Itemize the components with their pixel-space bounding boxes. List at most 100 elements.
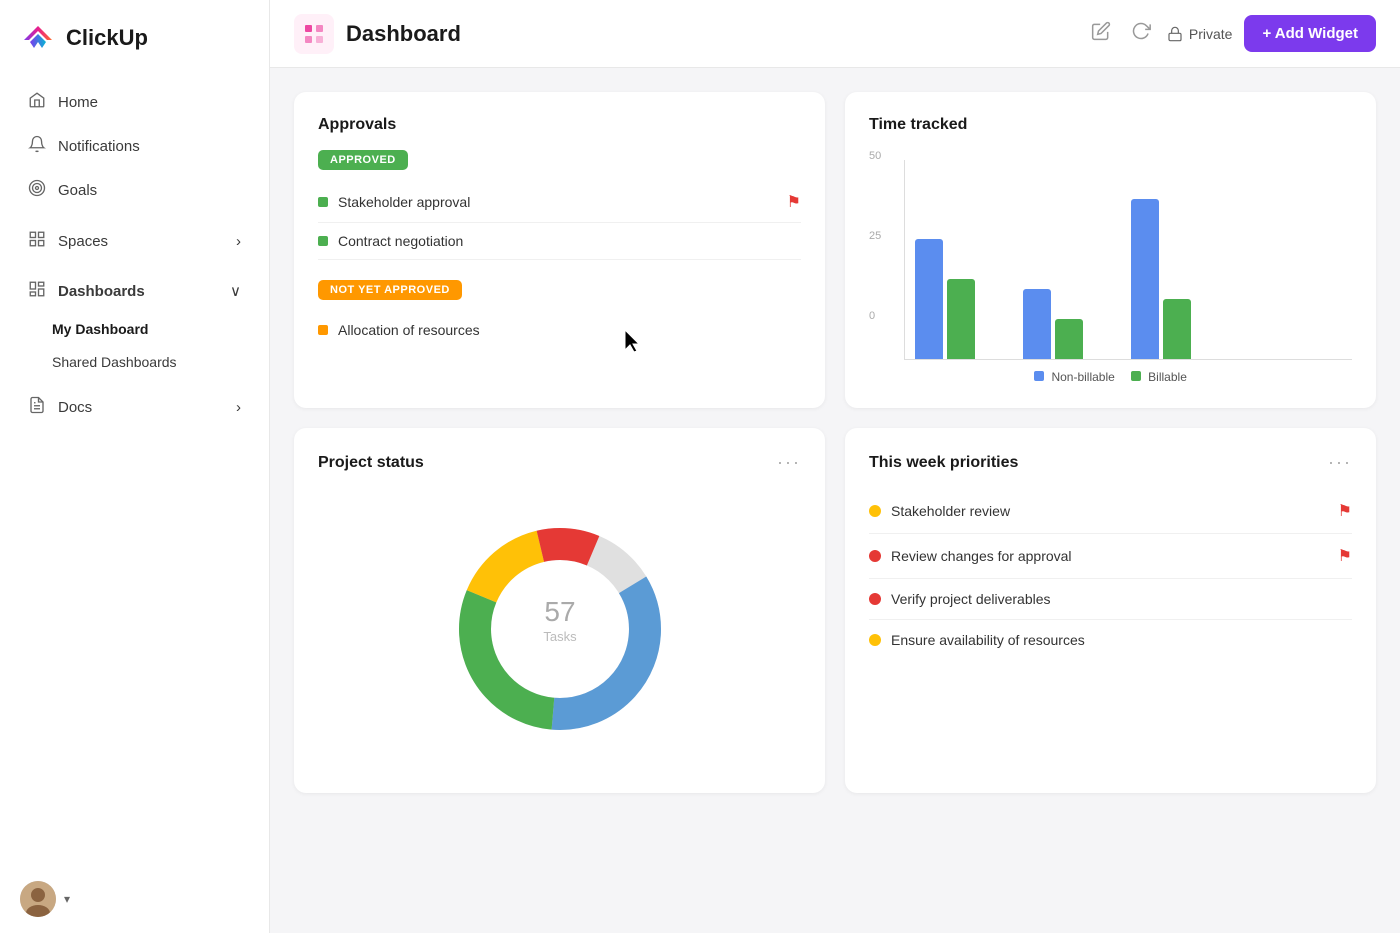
approval-item-resources: Allocation of resources — [318, 312, 801, 348]
legend-dot-billable — [1131, 371, 1141, 381]
approval-item-contract: Contract negotiation — [318, 223, 801, 260]
sidebar-item-shared-dashboards-label: Shared Dashboards — [52, 354, 177, 370]
bar-group-1 — [915, 239, 975, 359]
priority-dot-red-3 — [869, 593, 881, 605]
chart-legend: Non-billable Billable — [869, 370, 1352, 384]
donut-chart-container: 57 Tasks — [318, 489, 801, 769]
dashboard-grid: Approvals APPROVED Stakeholder approval … — [270, 68, 1400, 817]
legend-billable: Billable — [1131, 370, 1187, 384]
edit-icon-button[interactable] — [1087, 17, 1115, 50]
priority-text-4: Ensure availability of resources — [891, 632, 1085, 648]
priorities-title: This week priorities — [869, 454, 1018, 472]
avatar[interactable] — [20, 881, 56, 917]
private-button[interactable]: Private — [1167, 26, 1233, 42]
avatar-chevron-icon[interactable]: ▾ — [64, 892, 70, 906]
priority-text-1: Stakeholder review — [891, 503, 1010, 519]
bar-blue-3 — [1023, 289, 1051, 359]
top-bar: Dashboard Private + Add Widget — [270, 0, 1400, 68]
sidebar-item-spaces[interactable]: Spaces › — [8, 220, 261, 262]
add-widget-button[interactable]: + Add Widget — [1244, 15, 1376, 52]
dashboards-chevron-icon: ∨ — [230, 282, 241, 300]
priorities-more-button[interactable]: ··· — [1328, 452, 1352, 473]
approved-dot-2 — [318, 236, 328, 246]
sidebar-item-notifications-label: Notifications — [58, 138, 140, 155]
dashboard-icon-box — [294, 14, 334, 54]
docs-icon — [28, 396, 46, 418]
project-status-widget: Project status ··· 57 — [294, 428, 825, 793]
not-approved-badge: NOT YET APPROVED — [318, 280, 462, 300]
logo-area: ClickUp — [0, 0, 269, 72]
not-approved-dot — [318, 325, 328, 335]
bar-chart — [904, 160, 1352, 360]
priority-dot-yellow-1 — [869, 505, 881, 517]
top-bar-actions: Private + Add Widget — [1087, 15, 1376, 52]
legend-billable-label: Billable — [1148, 370, 1187, 384]
sidebar-item-goals-label: Goals — [58, 182, 97, 199]
y-label-50: 50 — [869, 150, 881, 162]
approval-text-stakeholder: Stakeholder approval — [338, 194, 470, 210]
approval-text-resources: Allocation of resources — [338, 322, 480, 338]
priority-dot-red-2 — [869, 550, 881, 562]
time-tracked-title: Time tracked — [869, 116, 1352, 134]
sidebar-item-notifications[interactable]: Notifications — [8, 125, 261, 168]
sidebar-item-home[interactable]: Home — [8, 81, 261, 124]
approvals-widget: Approvals APPROVED Stakeholder approval … — [294, 92, 825, 408]
time-tracked-widget: Time tracked 50 25 0 — [845, 92, 1376, 408]
sidebar-item-docs[interactable]: Docs › — [8, 386, 261, 428]
y-label-0: 0 — [869, 310, 875, 322]
project-status-more-button[interactable]: ··· — [777, 452, 801, 473]
docs-chevron-icon: › — [236, 399, 241, 416]
priorities-header: This week priorities ··· — [869, 452, 1352, 473]
priority-dot-yellow-4 — [869, 634, 881, 646]
priority-item-ensure-availability: Ensure availability of resources — [869, 620, 1352, 660]
priority-item-verify-deliverables: Verify project deliverables — [869, 579, 1352, 620]
priority-item-review-changes: Review changes for approval ⚑ — [869, 534, 1352, 579]
bar-blue-1 — [915, 239, 943, 359]
sidebar-item-docs-label: Docs — [58, 399, 92, 416]
bar-green-3 — [1055, 319, 1083, 359]
project-status-title: Project status — [318, 454, 424, 472]
project-status-header: Project status ··· — [318, 452, 801, 473]
bell-icon — [28, 135, 46, 158]
dashboard-grid-icon — [302, 22, 326, 46]
sidebar-item-home-label: Home — [58, 94, 98, 111]
priority-flag-2: ⚑ — [1338, 546, 1352, 566]
sidebar-item-spaces-label: Spaces — [58, 233, 108, 250]
sidebar-item-dashboards[interactable]: Dashboards ∨ — [8, 270, 261, 312]
legend-dot-non-billable — [1034, 371, 1044, 381]
logo-text: ClickUp — [66, 25, 148, 51]
sidebar-item-my-dashboard-label: My Dashboard — [52, 321, 148, 337]
approval-text-contract: Contract negotiation — [338, 233, 463, 249]
approved-badge: APPROVED — [318, 150, 408, 170]
sidebar-item-goals[interactable]: Goals — [8, 169, 261, 212]
goals-icon — [28, 179, 46, 202]
bar-group-5 — [1131, 199, 1191, 359]
y-label-25: 25 — [869, 230, 881, 242]
priority-item-stakeholder-review: Stakeholder review ⚑ — [869, 489, 1352, 534]
approval-item-stakeholder: Stakeholder approval ⚑ — [318, 182, 801, 223]
priorities-widget: This week priorities ··· Stakeholder rev… — [845, 428, 1376, 793]
bar-green-1 — [947, 279, 975, 359]
flag-icon-stakeholder: ⚑ — [787, 192, 801, 212]
time-chart-wrapper: 50 25 0 — [869, 150, 1352, 360]
legend-non-billable-label: Non-billable — [1051, 370, 1114, 384]
home-icon — [28, 91, 46, 114]
approvals-title: Approvals — [318, 116, 801, 134]
approved-dot — [318, 197, 328, 207]
priority-text-2: Review changes for approval — [891, 548, 1072, 564]
dashboards-icon — [28, 280, 46, 302]
sidebar-item-my-dashboard[interactable]: My Dashboard — [8, 313, 261, 345]
spaces-icon — [28, 230, 46, 252]
refresh-icon-button[interactable] — [1127, 17, 1155, 50]
legend-non-billable: Non-billable — [1034, 370, 1115, 384]
sidebar: ClickUp Home Notifications Goals — [0, 0, 270, 933]
donut-center-number: 57 — [544, 596, 575, 627]
page-title: Dashboard — [346, 21, 1075, 47]
bar-group-3 — [1023, 289, 1083, 359]
donut-chart-svg: 57 Tasks — [440, 509, 680, 749]
bar-green-5 — [1163, 299, 1191, 359]
bar-blue-5 — [1131, 199, 1159, 359]
sidebar-item-dashboards-label: Dashboards — [58, 283, 145, 300]
donut-center-label: Tasks — [543, 629, 577, 644]
sidebar-item-shared-dashboards[interactable]: Shared Dashboards — [8, 346, 261, 378]
